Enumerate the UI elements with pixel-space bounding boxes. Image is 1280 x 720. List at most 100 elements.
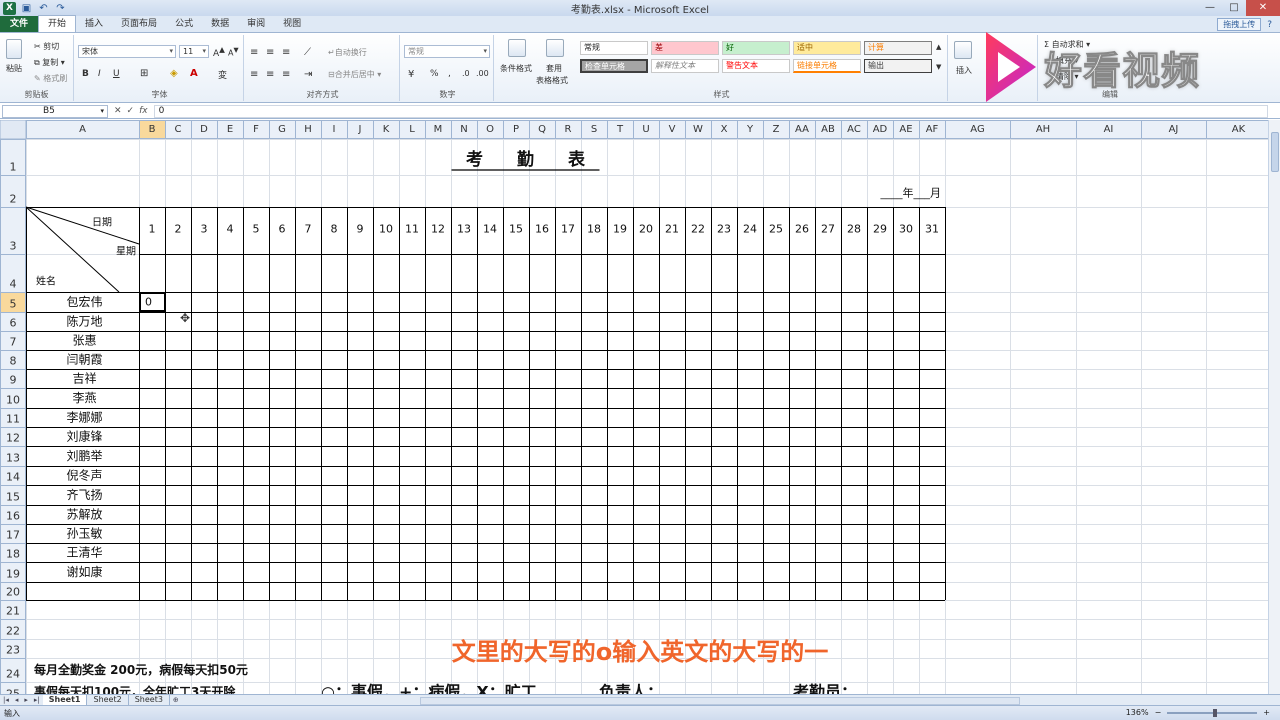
day-label: 24 [743, 223, 757, 236]
zoom-in-icon[interactable]: + [1263, 708, 1270, 717]
font-size-select[interactable]: 11 ▾ [179, 45, 209, 58]
style-neutral[interactable]: 适中 [793, 41, 861, 55]
conditional-format-button[interactable]: 条件格式 [500, 63, 532, 74]
column-header-label: U [642, 124, 649, 135]
maximize-button[interactable]: □ [1222, 0, 1246, 16]
zoom-slider[interactable] [1167, 708, 1258, 717]
tab-review[interactable]: 审阅 [238, 16, 274, 32]
paste-button[interactable]: 粘贴 [6, 63, 22, 74]
name-box[interactable]: B5 ▾ [2, 104, 108, 118]
column-header-label: H [304, 124, 312, 135]
row-header-label: 12 [6, 432, 20, 445]
zoom-out-icon[interactable]: − [1155, 708, 1162, 717]
currency-icon[interactable]: ¥ [408, 69, 414, 80]
sheet-nav-last-icon[interactable]: ▸| [31, 696, 43, 704]
shrink-font-button[interactable]: A▼ [228, 46, 239, 58]
grow-font-button[interactable]: A▲ [213, 45, 225, 59]
style-normal[interactable]: 常规 [580, 41, 648, 55]
style-output[interactable]: 输出 [864, 59, 932, 73]
style-calculation[interactable]: 计算 [864, 41, 932, 55]
sheet-tab-2[interactable]: Sheet2 [87, 695, 129, 705]
copy-button[interactable]: ⧉ 复制 ▾ [34, 57, 65, 68]
row-header-label: 3 [10, 240, 17, 253]
tab-formulas[interactable]: 公式 [166, 16, 202, 32]
column-header-label: A [79, 124, 86, 135]
align-left-icon[interactable]: ≡ [250, 69, 258, 80]
styles-expand-icon[interactable]: ▼ [936, 63, 941, 71]
row-header-label: 16 [6, 510, 20, 523]
cut-button[interactable]: ✂ 剪切 [34, 41, 59, 52]
increase-decimal-icon[interactable]: .0 [462, 69, 470, 78]
confirm-entry-button[interactable]: ✓ [127, 106, 135, 116]
vertical-scroll-thumb[interactable] [1271, 132, 1279, 172]
sheet-nav-prev-icon[interactable]: ◂ [12, 696, 22, 704]
sheet-nav-first-icon[interactable]: |◂ [0, 696, 12, 704]
header-date: 日期 [92, 217, 112, 229]
align-bottom-icon[interactable]: ≡ [282, 47, 290, 58]
align-right-icon[interactable]: ≡ [282, 69, 290, 80]
tab-data[interactable]: 数据 [202, 16, 238, 32]
redo-icon[interactable]: ↷ [54, 2, 67, 15]
upload-button[interactable]: 拖拽上传 [1217, 18, 1262, 31]
align-top-icon[interactable]: ≡ [250, 47, 258, 58]
fill-color-icon[interactable]: ◈ [170, 68, 178, 79]
vertical-scrollbar[interactable] [1268, 120, 1280, 694]
worksheet-canvas[interactable]: A B C D E F G H I J K L M N O P Q R S T U V W X Y Z AA AB AC AD AE AF AG… [0, 120, 1268, 694]
style-warning[interactable]: 警告文本 [722, 59, 790, 73]
undo-icon[interactable]: ↶ [37, 2, 50, 15]
percent-button[interactable]: % [430, 69, 439, 79]
insert-function-button[interactable]: fx [139, 106, 148, 116]
wrap-text-button[interactable]: ↵自动换行 [328, 47, 367, 58]
style-linked-cell[interactable]: 链接单元格 [793, 59, 861, 73]
insert-cells-button[interactable]: 插入 [956, 65, 972, 76]
decrease-decimal-icon[interactable]: .00 [476, 69, 489, 78]
row-header-label: 13 [6, 452, 20, 465]
comma-button[interactable]: , [448, 69, 451, 79]
table-style-button[interactable]: 套用 [546, 63, 562, 74]
save-icon[interactable]: ▣ [20, 2, 33, 15]
italic-button[interactable]: I [98, 69, 101, 79]
align-middle-icon[interactable]: ≡ [266, 47, 274, 58]
style-bad[interactable]: 差 [651, 41, 719, 55]
help-icon[interactable]: ? [1267, 20, 1272, 30]
minimize-button[interactable]: — [1198, 0, 1222, 16]
orientation-icon[interactable]: ⟋ [304, 47, 311, 58]
font-name-select[interactable]: 宋体 ▾ [78, 45, 176, 58]
tab-file[interactable]: 文件 [0, 16, 39, 32]
tab-home[interactable]: 开始 [38, 15, 77, 32]
tab-page-layout[interactable]: 页面布局 [112, 16, 166, 32]
styles-scroll-icon[interactable]: ▲ [936, 43, 941, 51]
worksheet-grid[interactable]: A B C D E F G H I J K L M N O P Q R S T U V W X Y Z AA AB AC AD AE AF AG… [0, 120, 1268, 694]
cancel-entry-button[interactable]: ✕ [114, 106, 122, 116]
style-check-cell[interactable]: 检查单元格 [580, 59, 648, 73]
number-format-select[interactable]: 常规 ▾ [404, 45, 490, 58]
underline-button[interactable]: U [113, 69, 120, 79]
tab-insert[interactable]: 插入 [76, 16, 112, 32]
phonetic-icon[interactable]: 変 [218, 68, 227, 81]
zoom-level[interactable]: 136% [1126, 708, 1149, 717]
align-center-icon[interactable]: ≡ [266, 69, 274, 80]
formula-input[interactable]: 0 [153, 104, 1268, 118]
style-good[interactable]: 好 [722, 41, 790, 55]
font-color-icon[interactable]: A [190, 68, 198, 79]
insert-cells-icon[interactable] [954, 41, 972, 59]
horizontal-scrollbar[interactable] [420, 697, 1020, 705]
new-sheet-icon[interactable]: ⊕ [170, 696, 182, 704]
borders-icon[interactable]: ⊞ [140, 68, 148, 79]
tab-view[interactable]: 视图 [274, 16, 310, 32]
select-all-corner[interactable] [0, 120, 27, 140]
close-button[interactable]: ✕ [1246, 0, 1280, 16]
merge-center-button[interactable]: ⊟合并后居中 ▾ [328, 69, 381, 80]
day-label: 15 [509, 223, 523, 236]
style-explanatory[interactable]: 解释性文本 [651, 59, 719, 73]
format-painter-button[interactable]: ✎ 格式刷 [34, 73, 67, 84]
indent-icon[interactable]: ⇥ [304, 69, 312, 80]
bold-button[interactable]: B [82, 69, 89, 79]
active-cell[interactable] [139, 292, 166, 312]
conditional-format-icon[interactable] [508, 39, 526, 57]
sheet-tab-3[interactable]: Sheet3 [129, 695, 170, 705]
sheet-tab-1[interactable]: Sheet1 [42, 695, 88, 705]
sheet-nav-next-icon[interactable]: ▸ [21, 696, 31, 704]
table-format-icon[interactable] [546, 39, 564, 57]
paste-icon[interactable] [6, 39, 22, 59]
